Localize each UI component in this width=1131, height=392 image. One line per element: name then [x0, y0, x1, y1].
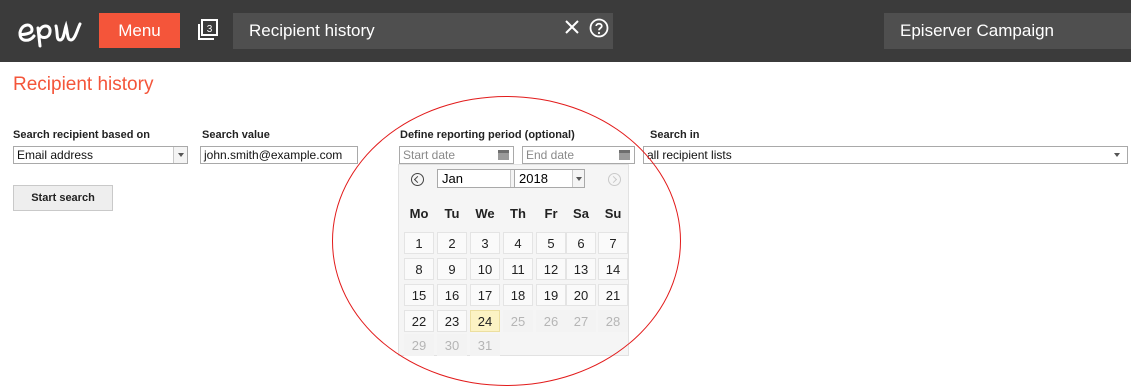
day-cell[interactable]: 17: [470, 284, 500, 306]
day-cell: 29: [404, 334, 434, 356]
start-search-button[interactable]: Start search: [13, 185, 113, 211]
weekday-header: Sa: [573, 206, 589, 221]
weekday-header: Su: [604, 206, 622, 221]
day-cell[interactable]: 18: [503, 284, 533, 306]
day-cell[interactable]: 1: [404, 232, 434, 254]
day-cell: 30: [437, 334, 467, 356]
tabs-icon[interactable]: 3: [196, 18, 220, 42]
day-cell[interactable]: 14: [598, 258, 628, 280]
help-icon[interactable]: [589, 18, 609, 38]
search-value-input[interactable]: john.smith@example.com: [200, 146, 358, 164]
datepicker: Jan 2018 Mo Tu We Th Fr Sa Su 1 2 3 4 5 6 7 8 9 10 11 12 13…: [398, 164, 629, 356]
day-cell[interactable]: 21: [598, 284, 628, 306]
page-title-field: Recipient history: [233, 13, 613, 49]
day-cell[interactable]: 4: [503, 232, 533, 254]
day-cell[interactable]: 13: [566, 258, 596, 280]
reporting-period-label: Define reporting period (optional): [400, 129, 575, 141]
day-cell-today[interactable]: 24: [470, 310, 500, 332]
day-cell: 28: [598, 310, 628, 332]
day-cell: 27: [566, 310, 596, 332]
top-bar: Menu 3 Recipient history Episerver Campa…: [0, 0, 1131, 62]
day-cell: 31: [470, 334, 500, 356]
day-cell[interactable]: 23: [437, 310, 467, 332]
day-cell[interactable]: 16: [437, 284, 467, 306]
page-title-field-text: Recipient history: [249, 21, 375, 40]
day-cell: 25: [503, 310, 533, 332]
day-cell[interactable]: 22: [404, 310, 434, 332]
month-value: Jan: [442, 171, 463, 186]
day-cell[interactable]: 20: [566, 284, 596, 306]
search-based-on-select[interactable]: Email address: [13, 146, 188, 164]
year-value: 2018: [519, 171, 548, 186]
day-cell[interactable]: 12: [536, 258, 566, 280]
weekday-header: Th: [510, 206, 526, 221]
chevron-down-icon: [1110, 147, 1127, 163]
day-cell[interactable]: 11: [503, 258, 533, 280]
menu-button[interactable]: Menu: [99, 13, 180, 48]
day-cell[interactable]: 3: [470, 232, 500, 254]
start-date-placeholder: Start date: [403, 148, 456, 162]
search-based-on-value: Email address: [17, 148, 94, 162]
day-cell[interactable]: 7: [598, 232, 628, 254]
day-cell[interactable]: 9: [437, 258, 467, 280]
day-cell[interactable]: 2: [437, 232, 467, 254]
calendar-icon[interactable]: [498, 150, 509, 160]
search-in-select[interactable]: all recipient lists: [643, 146, 1128, 164]
episerver-logo[interactable]: [14, 12, 86, 48]
search-in-label: Search in: [650, 129, 700, 141]
year-select[interactable]: 2018: [514, 169, 585, 188]
search-value-label: Search value: [202, 129, 270, 141]
weekday-header: Tu: [444, 206, 460, 221]
prev-month-icon[interactable]: [411, 173, 424, 186]
product-name: Episerver Campaign: [900, 21, 1055, 40]
page-title: Recipient history: [13, 74, 154, 95]
start-date-input[interactable]: Start date: [399, 146, 514, 164]
day-cell[interactable]: 8: [404, 258, 434, 280]
tabs-count: 3: [207, 24, 213, 35]
chevron-down-icon: [173, 147, 187, 163]
month-select[interactable]: Jan: [437, 169, 523, 188]
day-cell[interactable]: 6: [566, 232, 596, 254]
end-date-placeholder: End date: [526, 148, 575, 162]
chevron-down-icon: [572, 170, 584, 187]
day-cell[interactable]: 10: [470, 258, 500, 280]
calendar-icon[interactable]: [619, 150, 630, 160]
weekday-header: We: [475, 206, 495, 221]
weekday-header: Fr: [544, 206, 558, 221]
day-cell: 26: [536, 310, 566, 332]
search-based-on-label: Search recipient based on: [13, 129, 150, 141]
close-icon[interactable]: [565, 20, 579, 34]
product-switcher[interactable]: Episerver Campaign: [884, 13, 1131, 49]
search-in-value: all recipient lists: [647, 148, 732, 162]
next-month-icon: [608, 173, 621, 186]
weekday-header: Mo: [409, 206, 429, 221]
day-cell[interactable]: 19: [536, 284, 566, 306]
end-date-input[interactable]: End date: [522, 146, 635, 164]
day-cell[interactable]: 5: [536, 232, 566, 254]
search-value-text: john.smith@example.com: [204, 148, 343, 162]
day-cell[interactable]: 15: [404, 284, 434, 306]
